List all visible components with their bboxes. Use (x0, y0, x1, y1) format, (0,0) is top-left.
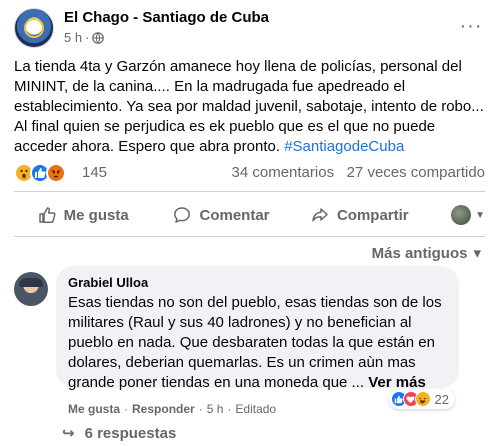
like-label: Me gusta (63, 206, 129, 224)
action-separator: · (198, 402, 203, 416)
reaction-profile-selector[interactable]: ▼ (429, 205, 485, 225)
reply-arrow-icon: ↪ (62, 425, 75, 442)
chevron-down-icon: ▼ (475, 209, 485, 221)
comment-label: Comentar (199, 206, 270, 224)
action-separator: · (124, 402, 129, 416)
comment-button[interactable]: Comentar (152, 206, 290, 224)
like-button[interactable]: Me gusta (14, 206, 152, 224)
comment-reply-button[interactable]: Responder (132, 402, 195, 416)
post-header: El Chago - Santiago de Cuba 5 h · ··· (14, 8, 485, 48)
hashtag-link[interactable]: #SantiagodeCuba (284, 138, 404, 155)
comment-icon (174, 207, 191, 223)
commenter-avatar[interactable] (14, 272, 48, 306)
post-body: La tienda 4ta y Garzón amanece hoy llena… (14, 58, 484, 155)
comments-count[interactable]: 34 comentarios (232, 164, 335, 181)
comment-sort-dropdown[interactable]: Más antiguos ▾ (371, 244, 481, 263)
page-avatar[interactable] (14, 8, 54, 48)
post-text: La tienda 4ta y Garzón amanece hoy llena… (14, 57, 487, 157)
avatar-ring (24, 18, 44, 38)
commenter-name[interactable]: Grabiel Ulloa (68, 274, 447, 292)
share-label: Compartir (336, 206, 409, 224)
post-time[interactable]: 5 h (64, 30, 82, 45)
comment-text: Esas tiendas no son del pueblo, esas tie… (68, 293, 447, 393)
comment-time[interactable]: 5 h (207, 402, 224, 416)
view-replies-button[interactable]: ↪ 6 respuestas (62, 424, 177, 443)
reactions-row: 145 34 comentarios 27 veces compartido (14, 162, 485, 184)
haha-reaction-icon (414, 391, 431, 407)
post-meta: 5 h · (64, 30, 105, 45)
action-separator: · (227, 402, 232, 416)
shares-count[interactable]: 27 veces compartido (347, 164, 485, 181)
profile-avatar (451, 205, 472, 225)
comment-reactions[interactable]: 22 (388, 389, 455, 409)
comment-like-button[interactable]: Me gusta (68, 402, 120, 416)
globe-icon[interactable] (92, 31, 105, 44)
page-name[interactable]: El Chago - Santiago de Cuba (64, 9, 269, 26)
sort-caret-icon: ▾ (473, 245, 481, 262)
reaction-count[interactable]: 145 (82, 164, 107, 181)
post-stats: 34 comentarios 27 veces compartido (232, 164, 485, 181)
comment-bubble: Grabiel Ulloa Esas tiendas no son del pu… (56, 266, 459, 391)
action-bar: Me gusta Comentar Compartir ▼ (14, 199, 485, 231)
divider-top (14, 191, 485, 192)
meta-separator: · (85, 30, 90, 45)
avatar-cap (19, 278, 43, 287)
comment-reaction-count: 22 (434, 391, 449, 407)
angry-reaction-icon (46, 163, 66, 183)
edited-label: Editado (235, 402, 277, 416)
divider-bottom (14, 236, 485, 237)
sort-label: Más antiguos (371, 244, 468, 262)
reaction-icons[interactable] (14, 163, 66, 183)
thumbs-up-icon (38, 207, 56, 224)
comment-actions: Me gusta · Responder · 5 h · Editado (68, 402, 276, 416)
share-icon (312, 208, 328, 222)
share-button[interactable]: Compartir (291, 206, 429, 224)
replies-label: 6 respuestas (84, 424, 177, 442)
more-options-button[interactable]: ··· (457, 12, 485, 40)
